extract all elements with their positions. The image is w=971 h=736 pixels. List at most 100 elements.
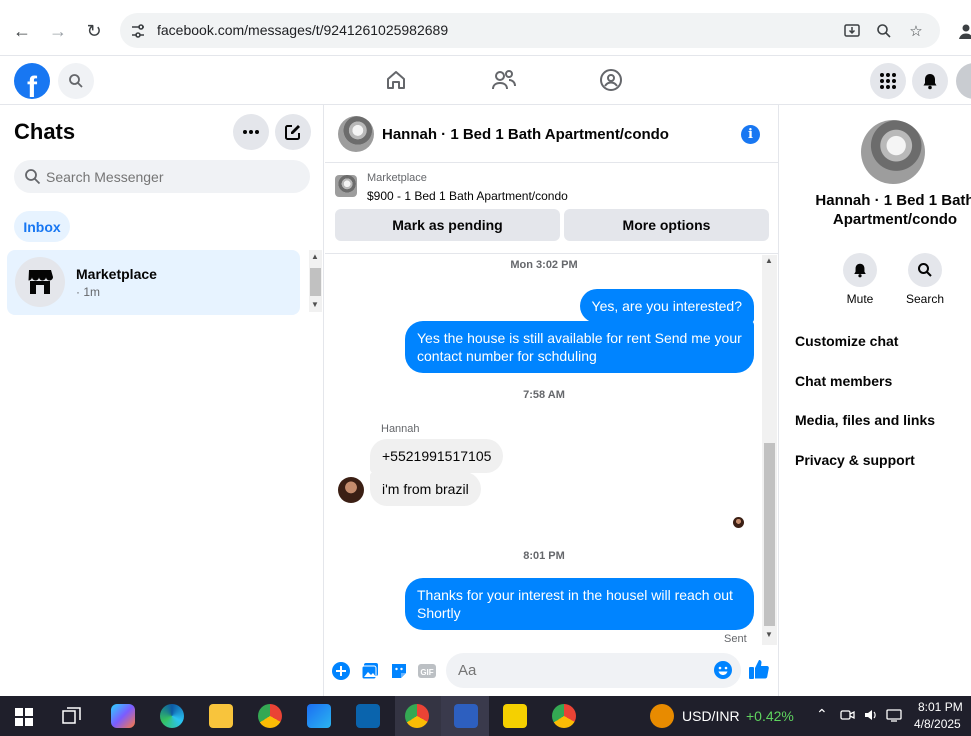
- chrome-icon[interactable]: [258, 704, 282, 728]
- sender-name: Hannah: [381, 423, 420, 435]
- scrollbar-thumb[interactable]: [764, 443, 775, 626]
- privacy-support-item[interactable]: Privacy & support: [795, 452, 915, 468]
- profile-name: Hannah · 1 Bed 1 Bath Apartment/condo: [815, 192, 971, 228]
- message-incoming[interactable]: i'm from brazil: [370, 472, 481, 506]
- sender-avatar[interactable]: [338, 477, 364, 503]
- chat-time: · 1m: [76, 285, 100, 299]
- facebook-header: f: [0, 56, 971, 105]
- search-icon[interactable]: [908, 253, 942, 287]
- clock-date[interactable]: 4/8/2025: [914, 717, 961, 731]
- install-app-icon[interactable]: [842, 21, 862, 41]
- menu-grid-icon[interactable]: [870, 63, 906, 99]
- site-info-icon[interactable]: [128, 21, 148, 41]
- customize-chat-item[interactable]: Customize chat: [795, 333, 898, 349]
- back-icon[interactable]: ←: [10, 19, 34, 43]
- file-explorer-icon[interactable]: [209, 704, 233, 728]
- edge-browser-icon[interactable]: [160, 704, 184, 728]
- thumbs-up-icon[interactable]: [748, 658, 770, 680]
- message-outgoing[interactable]: Yes, are you interested?: [579, 289, 754, 323]
- chat-list-item[interactable]: Marketplace · 1m: [7, 250, 300, 315]
- clock-time[interactable]: 8:01 PM: [918, 700, 963, 714]
- message-incoming[interactable]: +5521991517105: [370, 439, 504, 473]
- emoji-icon[interactable]: [713, 660, 733, 685]
- chevron-up-icon[interactable]: ⌃: [816, 706, 828, 723]
- chrome-profile-icon[interactable]: [405, 704, 429, 728]
- outlook-icon[interactable]: [356, 704, 380, 728]
- bell-icon[interactable]: [843, 253, 877, 287]
- message-outgoing[interactable]: Yes the house is still available for ren…: [405, 321, 754, 373]
- store-icon[interactable]: [307, 704, 331, 728]
- thread-scrollbar[interactable]: ▲ ▼: [762, 255, 777, 645]
- listing-title[interactable]: $900 - 1 Bed 1 Bath Apartment/condo: [367, 189, 568, 203]
- listing-profile-image[interactable]: [861, 120, 925, 184]
- notifications-bell-icon[interactable]: [912, 63, 948, 99]
- profile-icon[interactable]: [954, 19, 971, 43]
- network-icon[interactable]: [886, 707, 902, 728]
- sticker-icon[interactable]: [388, 660, 410, 682]
- volume-icon[interactable]: [863, 707, 879, 728]
- scroll-down-arrow-icon[interactable]: ▼: [765, 630, 773, 639]
- timestamp: 7:58 AM: [523, 389, 565, 401]
- forward-icon[interactable]: →: [46, 19, 70, 43]
- listing-thumbnail[interactable]: [335, 175, 357, 197]
- taskbar: USD/INR +0.42% ⌃ 8:01 PM 4/8/2025: [0, 696, 971, 736]
- new-message-icon[interactable]: [275, 114, 311, 150]
- conversation-header: Hannah · 1 Bed 1 Bath Apartment/condo i: [325, 105, 779, 163]
- photo-icon[interactable]: [359, 660, 381, 682]
- windows-start-icon[interactable]: [15, 708, 33, 731]
- browser-toolbar: ← → ↻ facebook.com/messages/t/9241261025…: [0, 0, 971, 56]
- message-input[interactable]: [458, 653, 698, 688]
- home-icon[interactable]: [384, 68, 408, 97]
- mark-pending-button[interactable]: Mark as pending: [335, 209, 560, 241]
- more-options-button[interactable]: More options: [564, 209, 769, 241]
- copilot-icon[interactable]: [111, 704, 135, 728]
- snipping-tool-icon[interactable]: [454, 704, 478, 728]
- search-icon[interactable]: [58, 63, 94, 99]
- sticky-notes-icon[interactable]: [503, 704, 527, 728]
- task-view-icon[interactable]: [62, 707, 82, 730]
- marketplace-label: Marketplace: [367, 172, 427, 184]
- scroll-up-arrow-icon[interactable]: ▲: [311, 252, 319, 261]
- meet-now-icon[interactable]: [840, 707, 856, 728]
- timestamp: Mon 3:02 PM: [510, 259, 578, 271]
- more-options-icon[interactable]: [233, 114, 269, 150]
- address-bar[interactable]: facebook.com/messages/t/9241261025982689…: [120, 13, 940, 48]
- message-composer: GIF: [325, 650, 779, 696]
- groups-icon[interactable]: [599, 68, 623, 97]
- gif-icon[interactable]: GIF: [416, 660, 438, 682]
- zoom-icon[interactable]: [874, 21, 894, 41]
- marketplace-store-icon: [15, 257, 65, 307]
- chat-members-item[interactable]: Chat members: [795, 373, 892, 389]
- tab-inbox[interactable]: Inbox: [14, 211, 70, 242]
- search-action[interactable]: Search: [895, 253, 955, 306]
- chrome-profile-2-icon[interactable]: [552, 704, 576, 728]
- chat-list-scrollbar[interactable]: ▲ ▼: [309, 250, 322, 312]
- currency-change: +0.42%: [746, 708, 794, 724]
- marketplace-banner: Marketplace $900 - 1 Bed 1 Bath Apartmen…: [325, 164, 779, 254]
- plus-icon[interactable]: [330, 660, 352, 682]
- listing-avatar[interactable]: [338, 116, 374, 152]
- message-input-field[interactable]: [446, 653, 741, 688]
- scroll-down-arrow-icon[interactable]: ▼: [311, 300, 319, 309]
- scrollbar-thumb[interactable]: [310, 268, 321, 296]
- facebook-logo-icon[interactable]: f: [14, 63, 50, 99]
- sent-status: Sent: [724, 633, 747, 645]
- search-icon: [24, 168, 41, 190]
- conversation-title[interactable]: Hannah · 1 Bed 1 Bath Apartment/condo: [382, 126, 669, 143]
- currency-pair[interactable]: USD/INR: [682, 708, 740, 724]
- conversation-panel: Hannah · 1 Bed 1 Bath Apartment/condo i …: [325, 105, 779, 696]
- scroll-up-arrow-icon[interactable]: ▲: [765, 256, 773, 265]
- friends-icon[interactable]: [491, 68, 517, 97]
- message-outgoing[interactable]: Thanks for your interest in the housel w…: [405, 578, 754, 630]
- currency-widget-icon[interactable]: [650, 704, 674, 728]
- url-text[interactable]: facebook.com/messages/t/9241261025982689: [157, 22, 448, 38]
- info-icon[interactable]: i: [741, 125, 760, 144]
- chat-info-panel: Hannah · 1 Bed 1 Bath Apartment/condo Mu…: [780, 105, 971, 696]
- media-files-links-item[interactable]: Media, files and links: [795, 412, 935, 428]
- messenger-search[interactable]: [14, 160, 310, 193]
- search-input[interactable]: [46, 160, 296, 193]
- bookmark-star-icon[interactable]: ☆: [906, 21, 926, 41]
- mute-action[interactable]: Mute: [830, 253, 890, 306]
- account-avatar[interactable]: [956, 63, 971, 99]
- reload-icon[interactable]: ↻: [82, 19, 106, 43]
